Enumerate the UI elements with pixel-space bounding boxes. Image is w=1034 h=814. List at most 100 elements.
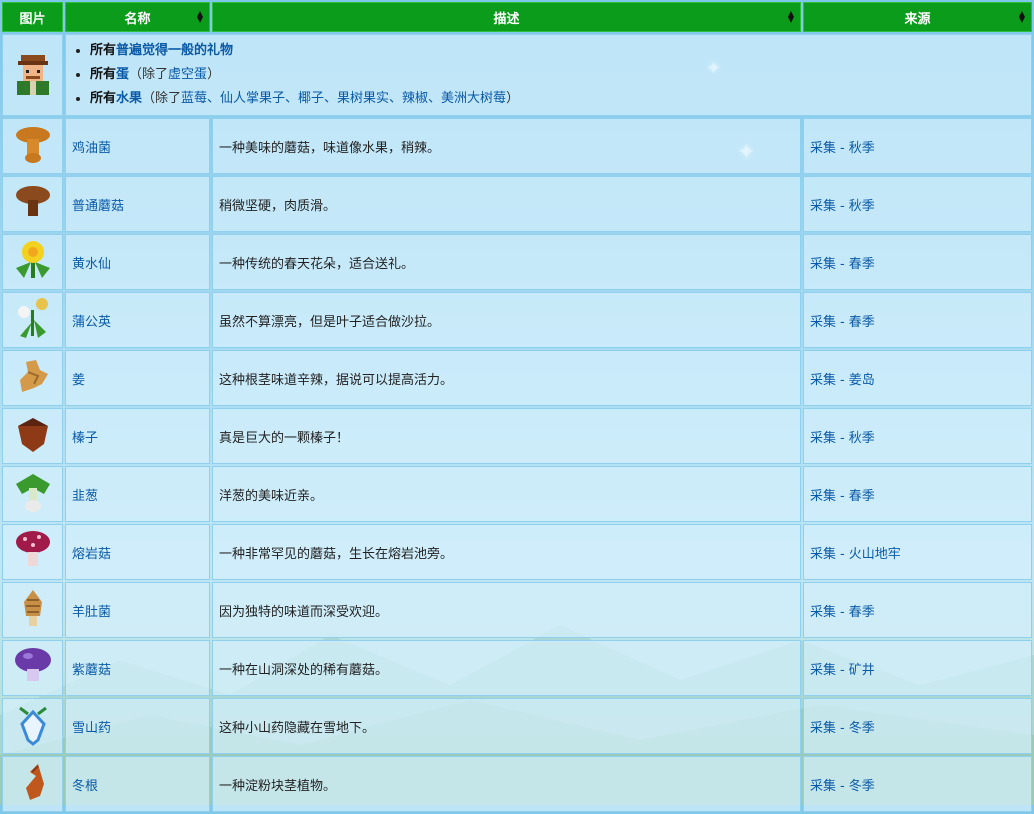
item-name-link[interactable]: 蒲公英 [72, 315, 111, 330]
source-location-link[interactable]: 春季 [849, 257, 875, 272]
source-location-link[interactable]: 矿井 [849, 663, 875, 678]
source-separator: - [840, 314, 845, 330]
leek-icon[interactable] [12, 470, 54, 514]
item-description: 一种传统的春天花朵，适合送礼。 [219, 256, 415, 272]
source-separator: - [840, 546, 845, 562]
item-description: 因为独特的味道而深受欢迎。 [219, 604, 389, 620]
item-name-link[interactable]: 黄水仙 [72, 257, 111, 272]
morel-icon[interactable] [12, 586, 54, 630]
column-header-name-label: 名称 [124, 11, 151, 27]
item-source-cell: 采集 - 春季 [803, 292, 1032, 348]
source-location-link[interactable]: 秋季 [849, 141, 875, 156]
snow-yam-icon[interactable] [12, 702, 54, 746]
source-separator: - [840, 372, 845, 388]
source-method-link[interactable]: 采集 [810, 779, 836, 794]
table-row: 冬根 一种淀粉块茎植物。 采集 - 冬季 [2, 756, 1032, 812]
winter-root-icon[interactable] [12, 760, 54, 804]
item-name-cell: 紫蘑菇 [65, 640, 210, 696]
item-source-cell: 采集 - 秋季 [803, 408, 1032, 464]
column-header-image: 图片 [2, 2, 63, 32]
sort-arrows-icon[interactable]: ▲ ▼ [1019, 10, 1025, 24]
fruit-exceptions-links[interactable]: 蓝莓、仙人掌果子、椰子、果树果实、辣椒、美洲大树莓 [181, 91, 506, 106]
intro-item: 所有普遍觉得一般的礼物 [90, 39, 1025, 63]
source-separator: - [840, 720, 845, 736]
gift-table: 图片 名称 ▲ ▼ 描述 ▲ ▼ 来源 ▲ ▼ • 所有普遍觉得一般的礼物 • … [0, 0, 1034, 814]
fruit-link[interactable]: 水果 [116, 91, 142, 106]
item-name-link[interactable]: 熔岩菇 [72, 547, 111, 562]
source-method-link[interactable]: 采集 [810, 315, 836, 330]
source-location-link[interactable]: 冬季 [849, 721, 875, 736]
column-header-name[interactable]: 名称 ▲ ▼ [65, 2, 210, 32]
table-row: 雪山药 这种小山药隐藏在雪地下。 采集 - 冬季 [2, 698, 1032, 754]
source-method-link[interactable]: 采集 [810, 141, 836, 156]
item-description: 一种美味的蘑菇，味道像水果，稍辣。 [219, 140, 441, 156]
source-method-link[interactable]: 采集 [810, 663, 836, 678]
item-description: 洋葱的美味近亲。 [219, 488, 324, 504]
source-separator: - [840, 140, 845, 156]
item-name-cell: 普通蘑菇 [65, 176, 210, 232]
source-method-link[interactable]: 采集 [810, 721, 836, 736]
intro-item: 所有水果（除了蓝莓、仙人掌果子、椰子、果树果实、辣椒、美洲大树莓） [90, 87, 1025, 111]
source-location-link[interactable]: 春季 [849, 605, 875, 620]
item-name-link[interactable]: 姜 [72, 373, 85, 388]
source-method-link[interactable]: 采集 [810, 373, 836, 388]
hazelnut-icon[interactable] [12, 412, 54, 456]
intro-prefix: 所有 [90, 91, 117, 106]
source-method-link[interactable]: 采集 [810, 199, 836, 214]
common-mushroom-icon[interactable] [12, 180, 54, 224]
item-name-link[interactable]: 雪山药 [72, 721, 111, 736]
item-name-link[interactable]: 紫蘑菇 [72, 663, 111, 678]
source-location-link[interactable]: 冬季 [849, 779, 875, 794]
source-location-link[interactable]: 姜岛 [849, 373, 875, 388]
item-name-cell: 黄水仙 [65, 234, 210, 290]
item-description: 真是巨大的一颗榛子！ [219, 430, 350, 446]
source-separator: - [840, 488, 845, 504]
item-name-link[interactable]: 冬根 [72, 779, 98, 794]
daffodil-icon[interactable] [12, 238, 54, 282]
item-image-cell [2, 234, 63, 290]
item-image-cell [2, 640, 63, 696]
item-desc-cell: 因为独特的味道而深受欢迎。 [212, 582, 801, 638]
universal-neutral-link[interactable]: 普遍觉得一般的礼物 [116, 43, 233, 58]
source-method-link[interactable]: 采集 [810, 605, 836, 620]
item-desc-cell: 洋葱的美味近亲。 [212, 466, 801, 522]
source-location-link[interactable]: 秋季 [849, 199, 875, 214]
item-name-cell: 韭葱 [65, 466, 210, 522]
purple-mushroom-icon[interactable] [12, 644, 54, 688]
item-name-link[interactable]: 鸡油菌 [72, 141, 111, 156]
item-desc-cell: 一种淀粉块茎植物。 [212, 756, 801, 812]
item-source-cell: 采集 - 春季 [803, 234, 1032, 290]
item-image-cell [2, 756, 63, 812]
item-name-link[interactable]: 韭葱 [72, 489, 98, 504]
column-header-source[interactable]: 来源 ▲ ▼ [803, 2, 1032, 32]
sort-arrows-icon[interactable]: ▲ ▼ [788, 10, 794, 24]
item-name-link[interactable]: 榛子 [72, 431, 98, 446]
magma-cap-icon[interactable] [12, 528, 54, 572]
source-method-link[interactable]: 采集 [810, 257, 836, 272]
source-method-link[interactable]: 采集 [810, 547, 836, 562]
void-egg-link[interactable]: 虚空蛋 [168, 67, 207, 82]
source-separator: - [840, 198, 845, 214]
source-location-link[interactable]: 秋季 [849, 431, 875, 446]
sort-arrows-icon[interactable]: ▲ ▼ [197, 10, 203, 24]
dandelion-icon[interactable] [12, 296, 54, 340]
item-desc-cell: 这种根茎味道辛辣，据说可以提高活力。 [212, 350, 801, 406]
source-method-link[interactable]: 采集 [810, 489, 836, 504]
chanterelle-icon[interactable] [12, 122, 54, 166]
source-location-link[interactable]: 春季 [849, 489, 875, 504]
item-image-cell [2, 350, 63, 406]
source-method-link[interactable]: 采集 [810, 431, 836, 446]
item-name-link[interactable]: 羊肚菌 [72, 605, 111, 620]
source-separator: - [840, 662, 845, 678]
item-source-cell: 采集 - 姜岛 [803, 350, 1032, 406]
intro-item: 所有蛋（除了虚空蛋） [90, 63, 1025, 87]
source-location-link[interactable]: 春季 [849, 315, 875, 330]
source-separator: - [840, 778, 845, 794]
item-name-link[interactable]: 普通蘑菇 [72, 199, 124, 214]
table-row: 榛子 真是巨大的一颗榛子！ 采集 - 秋季 [2, 408, 1032, 464]
egg-link[interactable]: 蛋 [116, 67, 129, 82]
column-header-desc[interactable]: 描述 ▲ ▼ [212, 2, 801, 32]
source-location-link[interactable]: 火山地牢 [849, 547, 901, 562]
table-row: 羊肚菌 因为独特的味道而深受欢迎。 采集 - 春季 [2, 582, 1032, 638]
ginger-icon[interactable] [12, 354, 54, 398]
